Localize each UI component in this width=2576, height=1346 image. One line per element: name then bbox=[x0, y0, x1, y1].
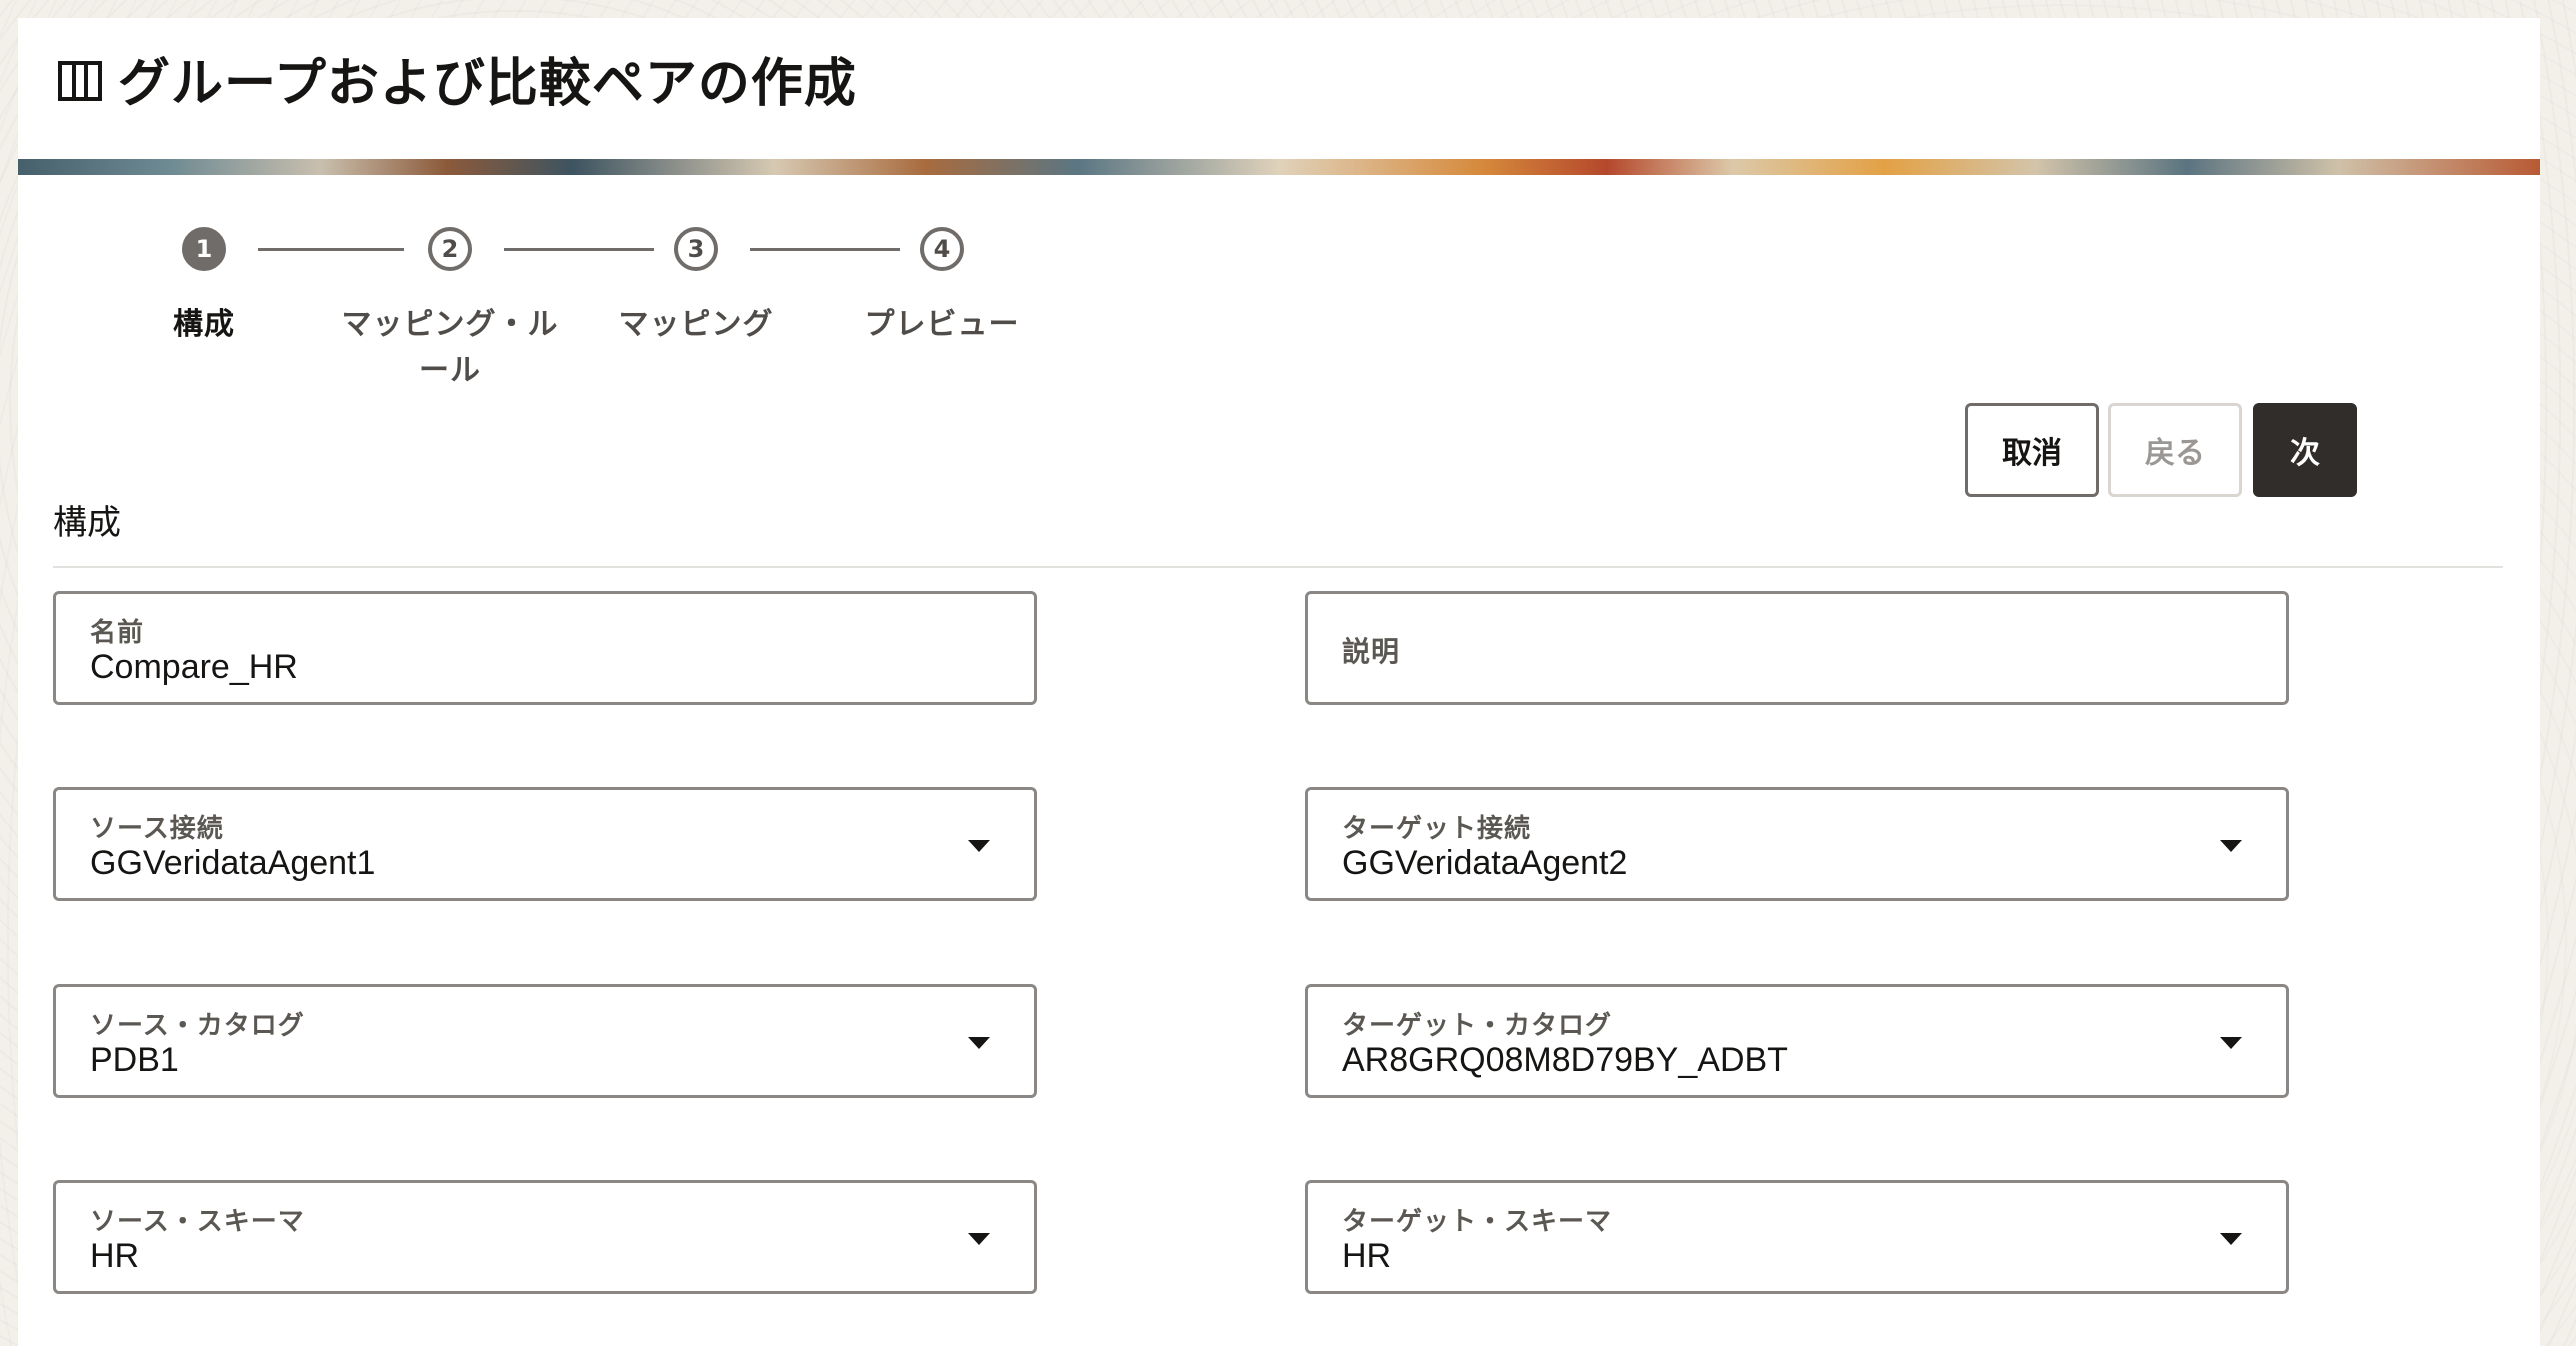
source-schema-select[interactable]: ソース・スキーマ HR bbox=[53, 1180, 1037, 1294]
step-connector bbox=[258, 248, 404, 251]
chevron-down-icon[interactable] bbox=[2220, 1037, 2242, 1049]
name-label: 名前 bbox=[90, 618, 145, 648]
main-panel: グループおよび比較ペアの作成 1 2 3 4 構成 マッピング・ル ール マッピ… bbox=[18, 18, 2540, 1346]
source-connection-select[interactable]: ソース接続 GGVeridataAgent1 bbox=[53, 787, 1037, 901]
page-title: グループおよび比較ペアの作成 bbox=[118, 54, 857, 114]
decorative-banner bbox=[18, 159, 2540, 175]
wizard-steps: 1 2 3 4 構成 マッピング・ル ール マッピング プレビュー bbox=[18, 175, 1218, 405]
target-schema-label: ターゲット・スキーマ bbox=[1342, 1207, 1613, 1237]
next-button[interactable]: 次 bbox=[2253, 403, 2357, 497]
back-button[interactable]: 戻る bbox=[2108, 403, 2242, 497]
step-4-label[interactable]: プレビュー bbox=[827, 302, 1057, 348]
step-2-label-line2: ール bbox=[419, 353, 481, 388]
target-schema-select[interactable]: ターゲット・スキーマ HR bbox=[1305, 1180, 2289, 1294]
chevron-down-icon[interactable] bbox=[968, 840, 990, 852]
name-value: Compare_HR bbox=[90, 648, 298, 686]
description-field[interactable]: 説明 bbox=[1305, 591, 2289, 705]
step-2-label-line1: マッピング・ル bbox=[341, 307, 559, 342]
step-connector bbox=[750, 248, 900, 251]
source-schema-label: ソース・スキーマ bbox=[90, 1207, 305, 1237]
chevron-down-icon[interactable] bbox=[2220, 1233, 2242, 1245]
chevron-down-icon[interactable] bbox=[968, 1037, 990, 1049]
page-header: グループおよび比較ペアの作成 bbox=[18, 18, 2540, 159]
source-catalog-value: PDB1 bbox=[90, 1041, 179, 1079]
target-catalog-value: AR8GRQ08M8D79BY_ADBT bbox=[1342, 1041, 1788, 1079]
section-title: 構成 bbox=[53, 503, 121, 543]
target-catalog-select[interactable]: ターゲット・カタログ AR8GRQ08M8D79BY_ADBT bbox=[1305, 984, 2289, 1098]
source-catalog-select[interactable]: ソース・カタログ PDB1 bbox=[53, 984, 1037, 1098]
columns-icon bbox=[58, 61, 102, 101]
chevron-down-icon[interactable] bbox=[2220, 840, 2242, 852]
target-schema-value: HR bbox=[1342, 1237, 1392, 1275]
description-label: 説明 bbox=[1342, 635, 1401, 668]
step-4-indicator[interactable]: 4 bbox=[920, 227, 964, 271]
step-1-label[interactable]: 構成 bbox=[89, 302, 319, 348]
source-catalog-label: ソース・カタログ bbox=[90, 1011, 305, 1041]
step-2-indicator[interactable]: 2 bbox=[428, 227, 472, 271]
source-connection-label: ソース接続 bbox=[90, 814, 224, 844]
cancel-button[interactable]: 取消 bbox=[1965, 403, 2099, 497]
step-2-label[interactable]: マッピング・ル ール bbox=[335, 302, 565, 394]
step-connector bbox=[504, 248, 654, 251]
target-connection-label: ターゲット接続 bbox=[1342, 814, 1532, 844]
name-field[interactable]: 名前 Compare_HR bbox=[53, 591, 1037, 705]
section-divider bbox=[53, 566, 2503, 568]
step-3-indicator[interactable]: 3 bbox=[674, 227, 718, 271]
step-3-label[interactable]: マッピング bbox=[581, 302, 811, 348]
source-schema-value: HR bbox=[90, 1237, 140, 1275]
target-catalog-label: ターゲット・カタログ bbox=[1342, 1011, 1613, 1041]
target-connection-select[interactable]: ターゲット接続 GGVeridataAgent2 bbox=[1305, 787, 2289, 901]
source-connection-value: GGVeridataAgent1 bbox=[90, 844, 376, 882]
chevron-down-icon[interactable] bbox=[968, 1233, 990, 1245]
target-connection-value: GGVeridataAgent2 bbox=[1342, 844, 1628, 882]
step-1-indicator[interactable]: 1 bbox=[182, 227, 226, 271]
